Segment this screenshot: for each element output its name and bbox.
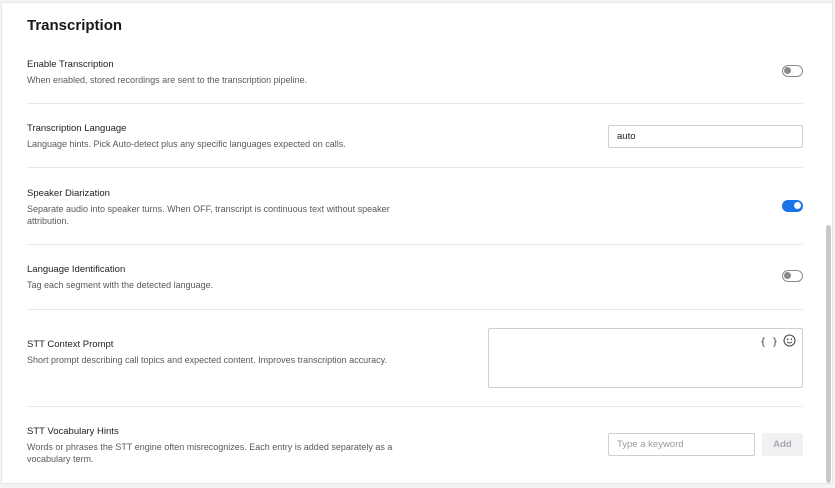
setting-label: Speaker Diarization xyxy=(27,188,110,199)
setting-stt-context-prompt: STT Context Prompt Short prompt describi… xyxy=(27,328,803,388)
emoji-icon[interactable] xyxy=(783,334,796,350)
language-identification-toggle[interactable] xyxy=(782,270,803,282)
setting-label: STT Context Prompt xyxy=(27,339,114,350)
setting-speaker-diarization: Speaker Diarization Separate audio into … xyxy=(27,188,803,230)
divider xyxy=(27,103,803,104)
stt-context-prompt-textarea[interactable]: { } xyxy=(488,328,803,388)
toggle-knob xyxy=(784,67,791,74)
setting-transcription-language: Transcription Language Language hints. P… xyxy=(27,123,803,153)
braces-icon[interactable]: { } xyxy=(760,337,778,348)
divider xyxy=(27,406,803,407)
setting-enable-transcription: Enable Transcription When enabled, store… xyxy=(27,59,803,89)
divider xyxy=(27,244,803,245)
setting-description: Separate audio into speaker turns. When … xyxy=(27,204,390,226)
enable-transcription-toggle[interactable] xyxy=(782,65,803,77)
scrollbar-thumb[interactable] xyxy=(826,225,831,483)
setting-stt-vocabulary-hints: STT Vocabulary Hints Words or phrases th… xyxy=(27,426,803,468)
divider xyxy=(27,167,803,168)
speaker-diarization-toggle[interactable] xyxy=(782,200,803,212)
divider xyxy=(27,309,803,310)
transcription-settings-panel: Transcription Enable Transcription When … xyxy=(1,2,833,484)
transcription-language-select[interactable]: auto xyxy=(608,125,803,148)
toggle-knob xyxy=(794,202,801,209)
setting-description: Short prompt describing call topics and … xyxy=(27,355,388,365)
setting-language-identification: Language Identification Tag each segment… xyxy=(27,264,803,294)
setting-label: Language Identification xyxy=(27,264,126,275)
toggle-knob xyxy=(784,272,791,279)
textarea-tools: { } xyxy=(760,334,796,350)
setting-description: Tag each segment with the detected langu… xyxy=(27,280,214,290)
setting-description: When enabled, stored recordings are sent… xyxy=(27,75,308,85)
add-keyword-button[interactable]: Add xyxy=(762,433,803,456)
section-title: Transcription xyxy=(27,17,123,34)
setting-description: Language hints. Pick Auto-detect plus an… xyxy=(27,139,346,149)
setting-label: Enable Transcription xyxy=(27,59,114,70)
setting-description: Words or phrases the STT engine often mi… xyxy=(27,442,393,464)
vocabulary-keyword-input[interactable]: Type a keyword xyxy=(608,433,755,456)
